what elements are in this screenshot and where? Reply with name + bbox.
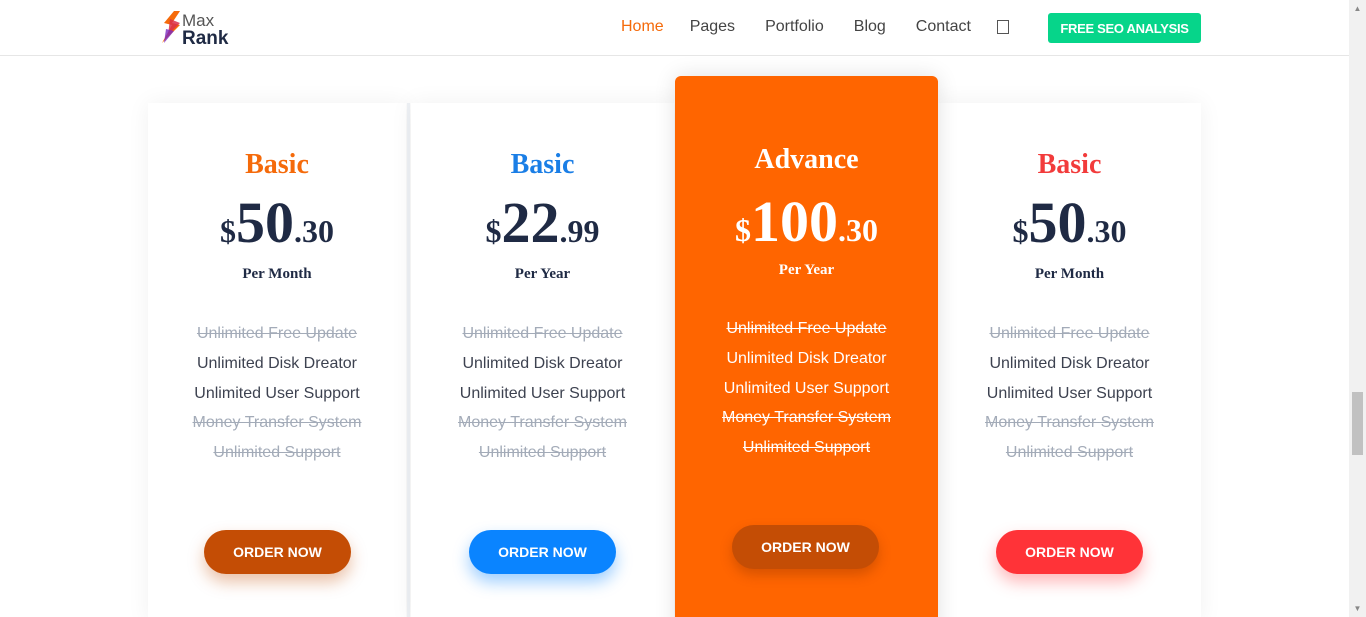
feature-item: Unlimited Support bbox=[213, 444, 341, 462]
order-now-button[interactable]: ORDER NOW bbox=[204, 530, 351, 574]
logo[interactable]: Max Rank bbox=[160, 9, 240, 49]
site-header: Max Rank Home Pages Portfolio Blog Conta… bbox=[0, 0, 1349, 56]
order-now-button[interactable]: ORDER NOW bbox=[996, 530, 1143, 574]
feature-item: Unlimited Free Update bbox=[462, 325, 623, 342]
feature-item: Unlimited User Support bbox=[986, 384, 1153, 402]
feature-item: Unlimited Support bbox=[478, 444, 607, 462]
plan-name: Advance bbox=[754, 144, 859, 175]
price-decimal: .99 bbox=[559, 213, 600, 249]
feature-list: Unlimited Free Update Unlimited Disk Dre… bbox=[938, 319, 1201, 468]
price-currency: $ bbox=[735, 212, 751, 248]
nav-item-portfolio-label: Portfolio bbox=[765, 18, 824, 35]
nav-item-pages[interactable]: Pages bbox=[690, 18, 739, 36]
nav-item-blog-label: Blog bbox=[853, 18, 886, 35]
scroll-up-arrow-icon[interactable]: ▲ bbox=[1349, 0, 1366, 17]
feature-item: Money Transfer System bbox=[722, 409, 891, 427]
feature-item: Unlimited Free Update bbox=[989, 325, 1150, 342]
price-decimal: .30 bbox=[838, 212, 878, 248]
feature-item: Unlimited Disk Dreator bbox=[462, 354, 623, 372]
feature-item: Money Transfer System bbox=[458, 414, 627, 432]
order-now-button[interactable]: ORDER NOW bbox=[469, 530, 616, 574]
logo-mark-icon bbox=[162, 11, 180, 43]
price-currency: $ bbox=[485, 213, 502, 249]
plan-period: Per Month bbox=[242, 266, 312, 282]
nav-item-blog[interactable]: Blog bbox=[854, 18, 890, 36]
plan-name: Basic bbox=[510, 149, 575, 180]
feature-list: Unlimited Free Update Unlimited Disk Dre… bbox=[148, 319, 406, 468]
pricing-card-advance: Advance $100.30 Per Year Unlimited Free … bbox=[675, 76, 938, 617]
feature-item: Unlimited Free Update bbox=[726, 320, 887, 337]
feature-item: Unlimited Support bbox=[1005, 444, 1134, 462]
nav-item-portfolio[interactable]: Portfolio bbox=[765, 18, 828, 36]
main-nav: Home Pages Portfolio Blog Contact bbox=[621, 18, 1009, 36]
feature-item: Unlimited User Support bbox=[194, 384, 360, 402]
order-now-button[interactable]: ORDER NOW bbox=[732, 525, 879, 569]
scroll-down-arrow-icon[interactable]: ▼ bbox=[1349, 600, 1366, 617]
price-integer: 50 bbox=[1028, 190, 1087, 255]
feature-item: Unlimited Disk Dreator bbox=[196, 354, 358, 372]
price-currency: $ bbox=[220, 213, 236, 249]
feature-item: Unlimited Disk Dreator bbox=[989, 354, 1150, 372]
plan-price: $50.30 bbox=[938, 189, 1201, 256]
price-decimal: .30 bbox=[294, 213, 334, 249]
feature-item: Unlimited Disk Dreator bbox=[726, 349, 887, 367]
search-icon[interactable] bbox=[996, 20, 1009, 34]
free-seo-analysis-button[interactable]: FREE SEO ANALYSIS bbox=[1048, 13, 1201, 43]
pricing-card-basic-yearly: Basic $22.99 Per Year Unlimited Free Upd… bbox=[411, 103, 674, 617]
page-scrollbar[interactable]: ▲ ▼ bbox=[1349, 0, 1366, 617]
card-divider bbox=[407, 103, 410, 617]
plan-period: Per Year bbox=[514, 266, 571, 282]
feature-item: Unlimited Support bbox=[742, 439, 871, 457]
pricing-card-basic-monthly: Basic $50.30 Per Month Unlimited Free Up… bbox=[148, 103, 406, 617]
feature-item: Unlimited User Support bbox=[459, 384, 626, 402]
plan-price: $100.30 bbox=[675, 188, 938, 255]
plan-period: Per Year bbox=[778, 262, 835, 278]
feature-item: Unlimited User Support bbox=[723, 379, 890, 397]
plan-price: $50.30 bbox=[148, 189, 406, 256]
feature-list: Unlimited Free Update Unlimited Disk Dre… bbox=[411, 319, 674, 468]
feature-list: Unlimited Free Update Unlimited Disk Dre… bbox=[675, 314, 938, 463]
plan-name: Basic bbox=[245, 149, 309, 180]
price-decimal: .30 bbox=[1086, 213, 1127, 249]
plan-price: $22.99 bbox=[411, 189, 674, 256]
price-currency: $ bbox=[1012, 213, 1029, 249]
price-integer: 100 bbox=[751, 189, 838, 254]
plan-period: Per Month bbox=[1034, 266, 1105, 282]
nav-item-pages-label: Pages bbox=[689, 18, 736, 35]
logo-text-rank: Rank bbox=[182, 28, 229, 49]
feature-item: Money Transfer System bbox=[192, 414, 362, 432]
pricing-card-basic-monthly-2: Basic $50.30 Per Month Unlimited Free Up… bbox=[938, 103, 1201, 617]
feature-item: Unlimited Free Update bbox=[196, 325, 358, 342]
price-integer: 50 bbox=[236, 190, 294, 255]
nav-item-contact[interactable]: Contact bbox=[916, 18, 971, 36]
feature-item: Money Transfer System bbox=[985, 414, 1154, 432]
price-integer: 22 bbox=[501, 190, 560, 255]
nav-item-home[interactable]: Home bbox=[621, 18, 664, 36]
scrollbar-thumb[interactable] bbox=[1352, 392, 1363, 455]
plan-name: Basic bbox=[1037, 149, 1102, 180]
